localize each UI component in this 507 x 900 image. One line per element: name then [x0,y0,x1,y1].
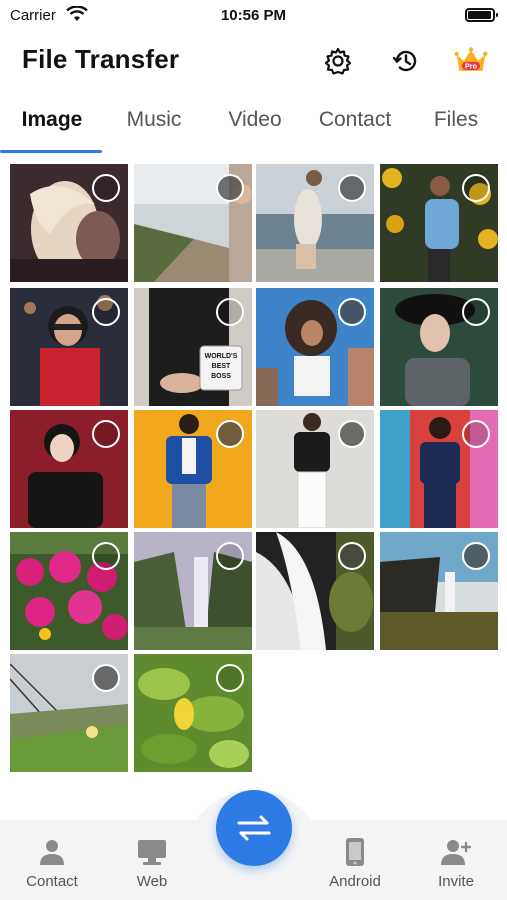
tab-video[interactable]: Video [214,108,296,148]
media-tabs: Image Music Video Contact Files [0,100,507,155]
history-icon [392,50,417,72]
photo-thumbnail[interactable] [10,164,128,282]
select-circle[interactable] [92,298,120,326]
nav-label: Contact [26,873,78,890]
transfer-button[interactable] [216,790,292,866]
select-circle[interactable] [216,542,244,570]
photo-thumbnail[interactable] [380,164,498,282]
mug-text: WORLD'S [205,353,238,360]
select-circle[interactable] [216,664,244,692]
history-button[interactable] [389,44,423,78]
select-circle[interactable] [216,298,244,326]
photo-thumbnail[interactable] [10,410,128,528]
phone-icon [346,838,364,866]
nav-label: Invite [438,873,474,890]
tab-files[interactable]: Files [420,108,492,148]
select-circle[interactable] [92,542,120,570]
crown-icon: Pro [454,47,488,71]
photo-thumbnail[interactable] [134,164,252,282]
photo-thumbnail[interactable] [10,288,128,406]
tab-label: Music [126,108,182,131]
nav-android[interactable]: Android [315,835,395,890]
photo-thumbnail[interactable] [256,164,374,282]
tab-label: Contact [318,108,392,131]
nav-contact[interactable]: Contact [12,835,92,890]
battery-icon [465,8,498,22]
transfer-arrows-icon [237,815,271,841]
photo-thumbnail[interactable] [134,532,252,650]
photo-thumbnail[interactable] [256,532,374,650]
photo-thumbnail[interactable] [380,532,498,650]
photo-thumbnail[interactable]: WORLD'S BEST BOSS [134,288,252,406]
tab-label: Files [433,108,479,131]
select-circle[interactable] [462,542,490,570]
clock: 10:56 PM [220,7,287,24]
select-circle[interactable] [462,298,490,326]
photo-thumbnail[interactable] [10,654,128,772]
photo-thumbnail[interactable] [256,288,374,406]
settings-button[interactable] [321,44,355,78]
person-icon [40,840,64,865]
pro-badge-label: Pro [465,63,478,71]
select-circle[interactable] [338,542,366,570]
select-circle[interactable] [216,420,244,448]
photo-thumbnail[interactable] [380,288,498,406]
monitor-icon [138,840,166,865]
select-circle[interactable] [338,420,366,448]
select-circle[interactable] [92,420,120,448]
tab-music[interactable]: Music [112,108,196,148]
select-circle[interactable] [462,174,490,202]
nav-label: Web [136,873,168,890]
select-circle[interactable] [338,298,366,326]
select-circle[interactable] [216,174,244,202]
tab-contact[interactable]: Contact [306,108,404,148]
nav-invite[interactable]: Invite [416,835,496,890]
add-person-icon [441,840,472,865]
active-tab-indicator [0,150,102,153]
tab-label: Video [228,108,282,131]
svg-text:BEST: BEST [212,363,231,370]
nav-web[interactable]: Web [112,835,192,890]
tab-image[interactable]: Image [8,108,96,148]
photo-thumbnail[interactable] [10,532,128,650]
select-circle[interactable] [462,420,490,448]
status-bar: Carrier 10:56 PM [0,0,507,30]
photo-thumbnail[interactable] [256,410,374,528]
nav-label: Android [329,873,381,890]
photo-thumbnail[interactable] [134,654,252,772]
tab-label: Image [21,108,83,131]
select-circle[interactable] [338,174,366,202]
select-circle[interactable] [92,174,120,202]
page-title: File Transfer [22,44,180,74]
gear-icon [324,47,352,75]
photo-thumbnail[interactable] [134,410,252,528]
photo-thumbnail[interactable] [380,410,498,528]
select-circle[interactable] [92,664,120,692]
pro-button[interactable]: Pro [454,44,488,78]
svg-text:BOSS: BOSS [211,373,231,380]
